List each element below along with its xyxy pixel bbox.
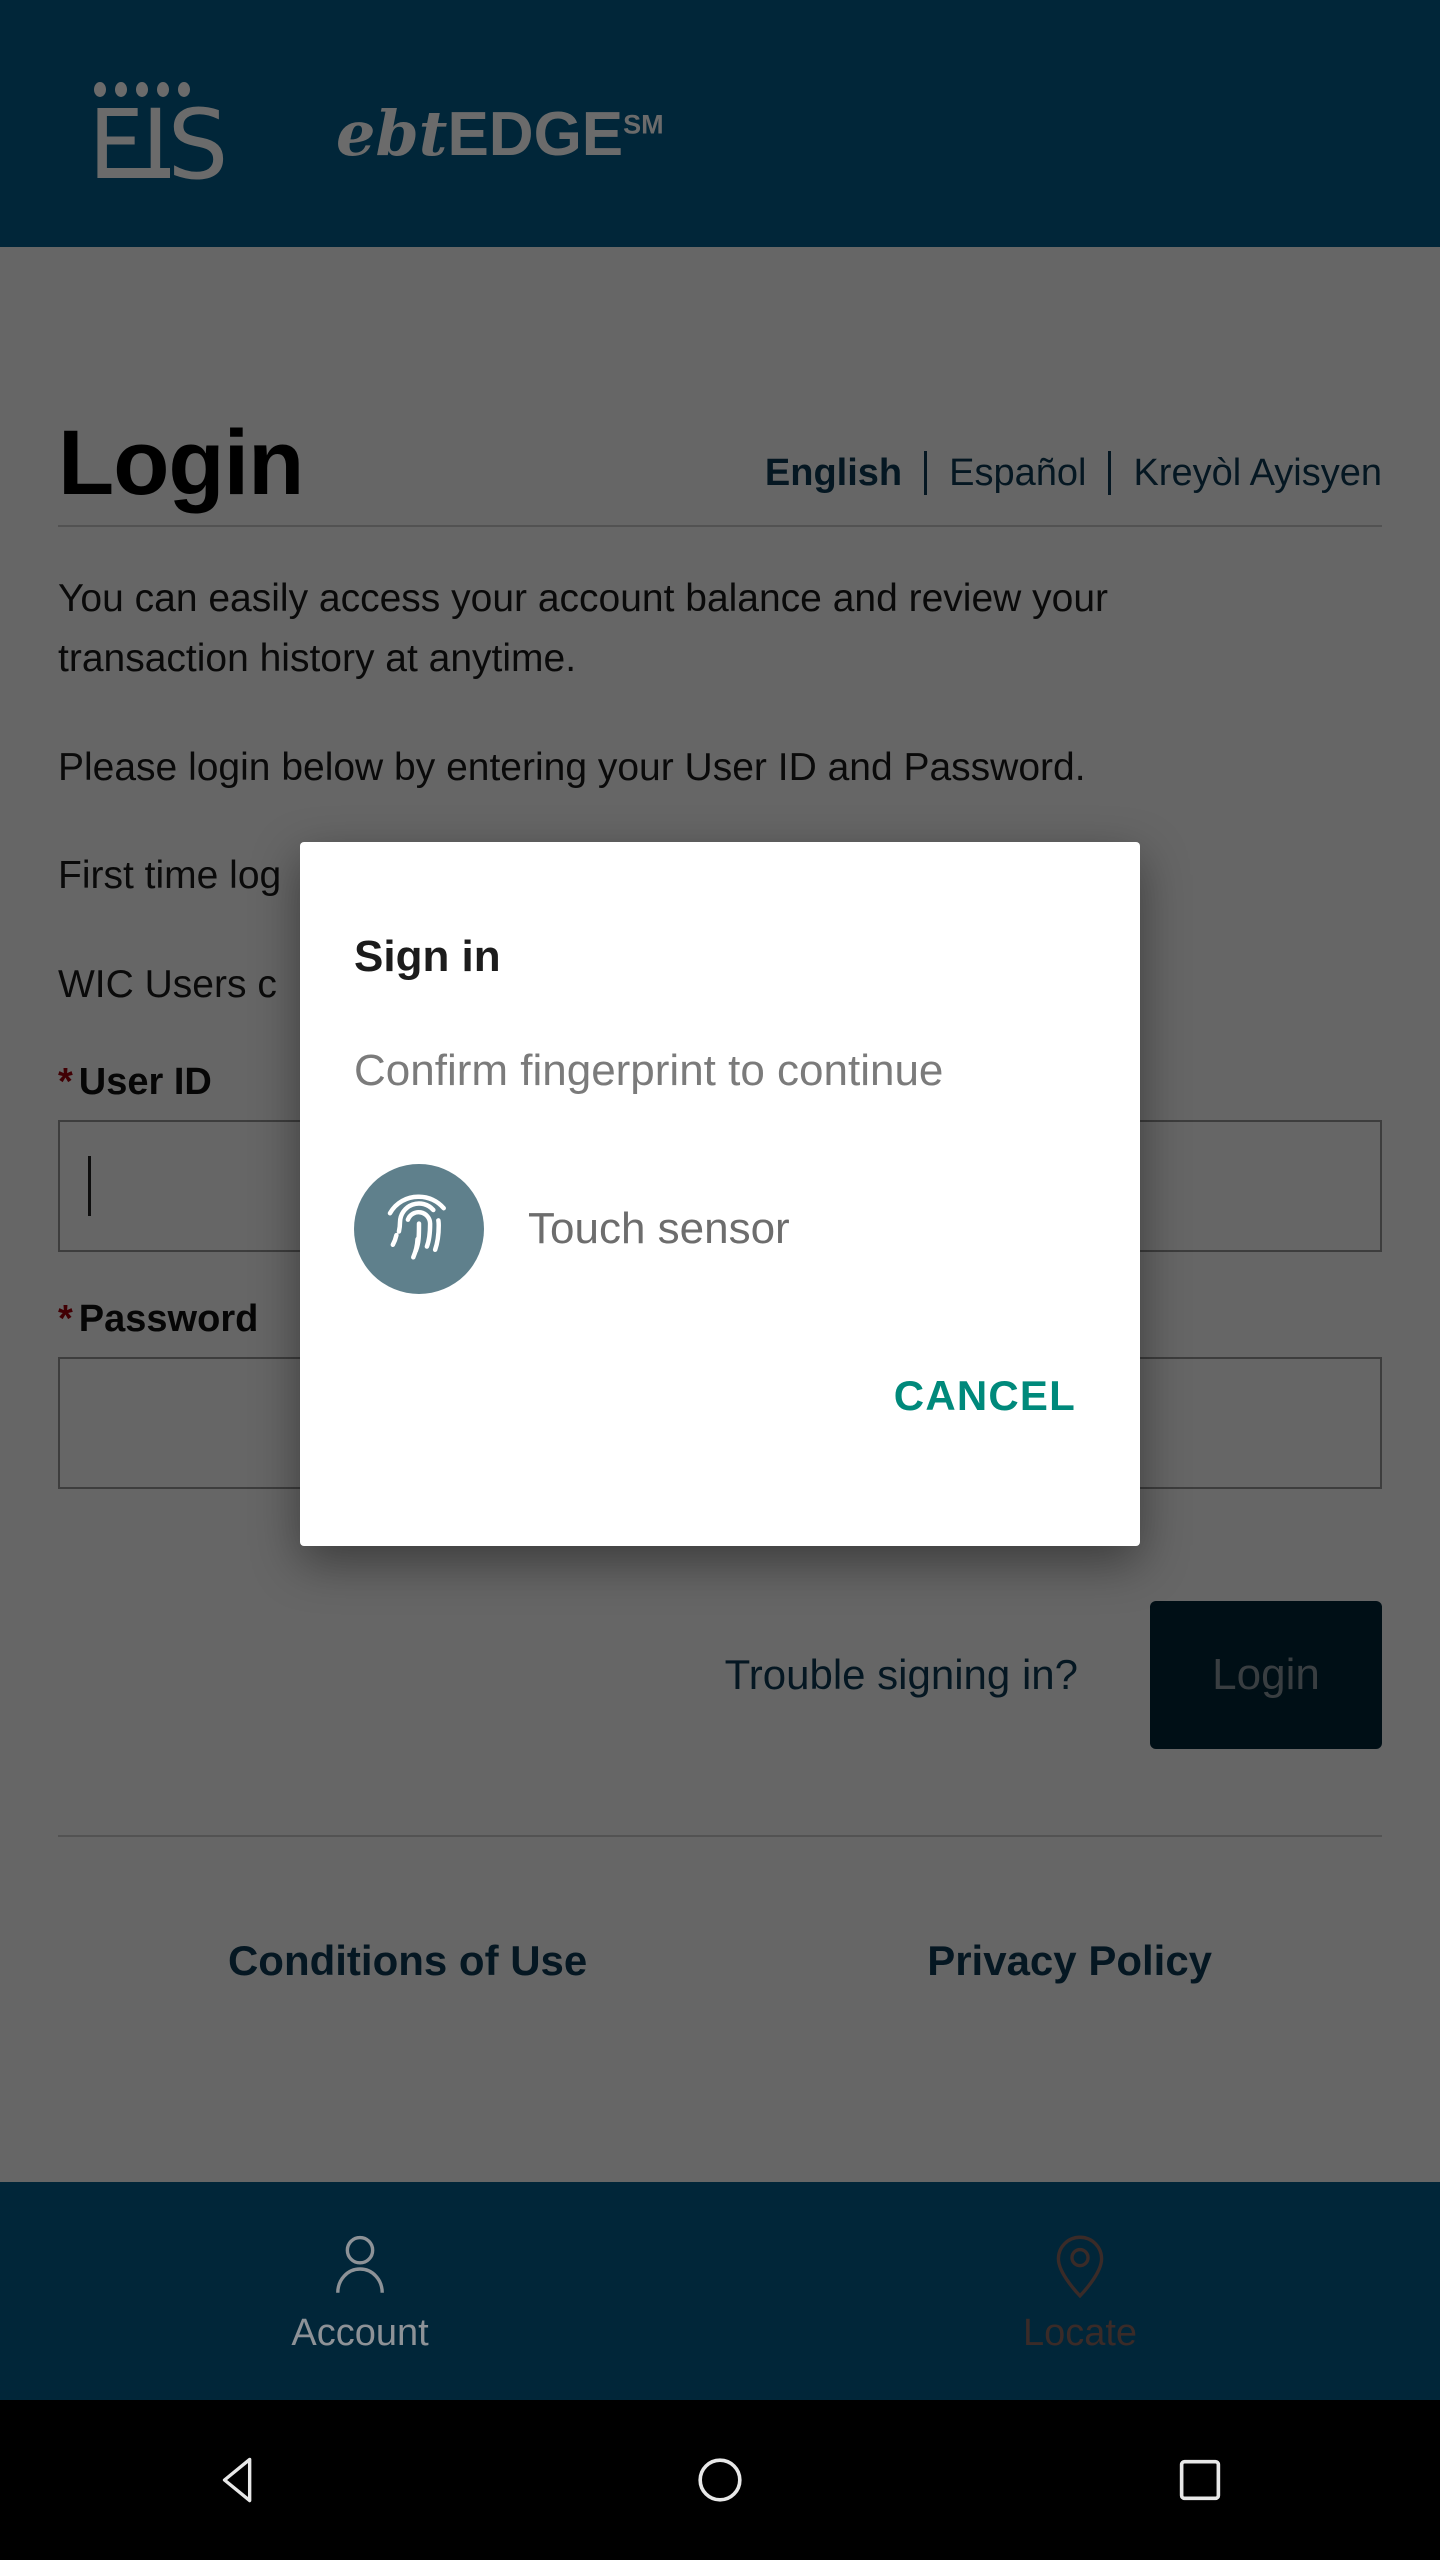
sensor-row: Touch sensor	[354, 1164, 1086, 1294]
recents-button[interactable]	[960, 2451, 1440, 2509]
trouble-signing-in-link[interactable]: Trouble signing in?	[725, 1651, 1078, 1699]
login-button[interactable]: Login	[1150, 1601, 1382, 1750]
required-asterisk: *	[58, 1061, 73, 1104]
person-icon	[336, 2235, 384, 2293]
language-selector[interactable]: English Español Kreyòl Ayisyen	[765, 451, 1382, 509]
login-instruction-paragraph: Please login below by entering your User…	[58, 745, 1086, 789]
fingerprint-sign-in-dialog: Sign in Confirm fingerprint to continue …	[300, 842, 1140, 1546]
language-separator	[1108, 451, 1112, 495]
tab-locate[interactable]: Locate	[720, 2182, 1440, 2400]
login-actions: Trouble signing in? Login	[58, 1601, 1382, 1750]
triangle-left-icon	[222, 2457, 252, 2503]
intro-paragraph: You can easily access your account balan…	[58, 577, 1109, 681]
ebtedge-sm: SM	[623, 108, 664, 139]
back-button[interactable]	[0, 2451, 480, 2509]
tab-account-label: Account	[291, 2311, 429, 2354]
footer-links: Conditions of Use Privacy Policy	[58, 1937, 1382, 1985]
fingerprint-icon	[354, 1164, 484, 1294]
cancel-button[interactable]: CANCEL	[884, 1358, 1086, 1434]
required-asterisk: *	[58, 1298, 73, 1341]
dialog-subtitle: Confirm fingerprint to continue	[354, 1046, 944, 1095]
page-title: Login	[58, 412, 304, 514]
brand-logo: FIS ebtEDGESM	[62, 76, 664, 193]
bottom-tab-bar: Account Locate	[0, 2182, 1440, 2400]
password-label-text: Password	[78, 1298, 259, 1341]
text-caret	[88, 1156, 91, 1217]
map-pin-icon	[1056, 2235, 1104, 2298]
privacy-policy-link[interactable]: Privacy Policy	[927, 1937, 1212, 1985]
ebtedge-ebt: ebt	[336, 96, 448, 170]
language-link-english[interactable]: English	[765, 452, 902, 495]
circle-icon	[698, 2458, 742, 2502]
fis-logo-icon: FIS	[62, 76, 332, 193]
touch-sensor-label: Touch sensor	[528, 1204, 790, 1253]
android-nav-bar	[0, 2400, 1440, 2560]
ebtedge-wordmark: ebtEDGESM	[336, 99, 664, 169]
conditions-of-use-link[interactable]: Conditions of Use	[228, 1937, 587, 1985]
ebtedge-edge: EDGE	[447, 99, 624, 169]
fis-logo-underline	[98, 167, 170, 178]
dialog-actions: CANCEL	[354, 1358, 1086, 1434]
app-header: FIS ebtEDGESM	[0, 0, 1440, 247]
user-id-label-text: User ID	[78, 1061, 212, 1104]
square-icon	[1179, 2459, 1221, 2501]
footer-divider	[58, 1835, 1382, 1838]
tab-locate-label: Locate	[1022, 2311, 1138, 2354]
title-row: Login English Español Kreyòl Ayisyen	[58, 247, 1382, 527]
language-link-espanol[interactable]: Español	[949, 452, 1086, 495]
language-separator	[924, 451, 928, 495]
language-link-kreyol[interactable]: Kreyòl Ayisyen	[1133, 452, 1382, 495]
tab-account[interactable]: Account	[0, 2182, 720, 2400]
home-button[interactable]	[480, 2451, 960, 2509]
dialog-title: Sign in	[354, 932, 501, 981]
